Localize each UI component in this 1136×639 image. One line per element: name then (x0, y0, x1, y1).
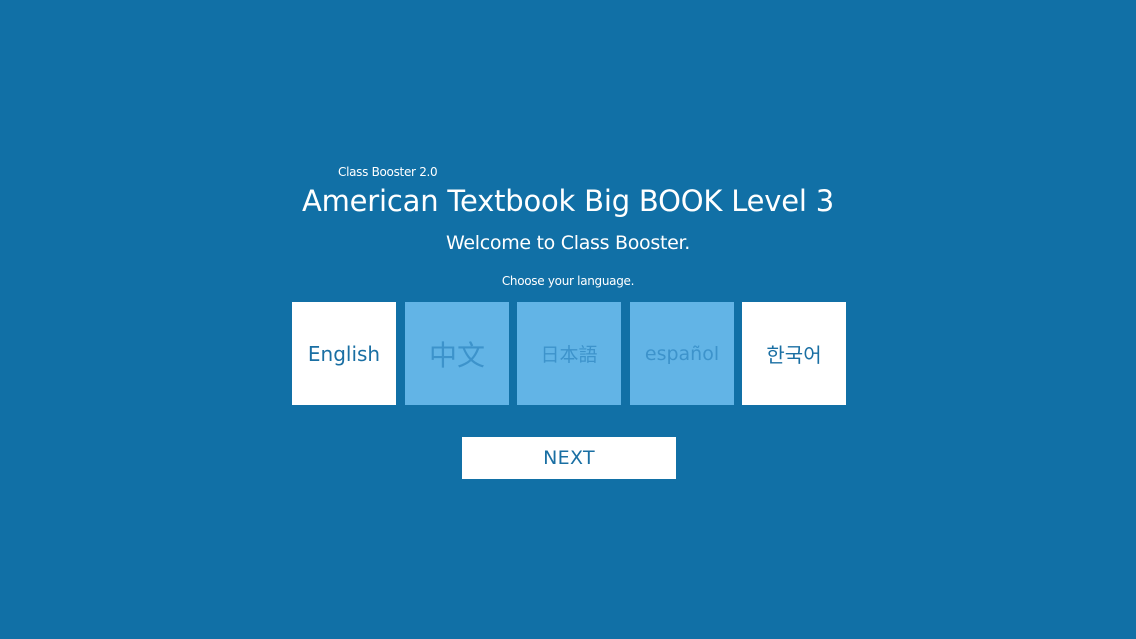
next-button[interactable]: NEXT (462, 437, 676, 479)
language-options: English 中文 日本語 español 한국어 (292, 302, 846, 405)
app-version-label: Class Booster 2.0 (338, 165, 438, 179)
product-title: American Textbook Big BOOK Level 3 (301, 184, 835, 218)
language-option-english[interactable]: English (292, 302, 396, 405)
welcome-message: Welcome to Class Booster. (445, 232, 691, 254)
language-option-spanish[interactable]: español (630, 302, 734, 405)
language-option-korean[interactable]: 한국어 (742, 302, 846, 405)
language-prompt: Choose your language. (501, 274, 635, 288)
language-option-japanese[interactable]: 日本語 (517, 302, 621, 405)
language-option-chinese[interactable]: 中文 (405, 302, 509, 405)
